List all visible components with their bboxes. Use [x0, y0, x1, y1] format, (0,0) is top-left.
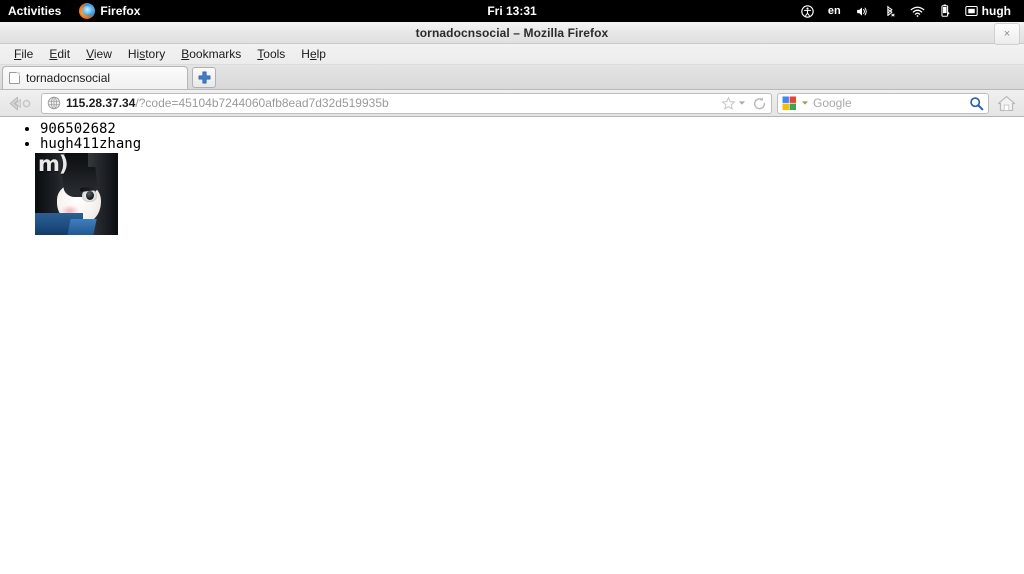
- menu-tools-label: Tools: [257, 47, 286, 61]
- activities-button[interactable]: Activities: [0, 0, 71, 22]
- chevron-down-icon[interactable]: [801, 99, 809, 107]
- avatar-pupil: [86, 191, 94, 200]
- menu-tools[interactable]: Tools: [249, 44, 293, 64]
- star-icon[interactable]: [721, 96, 736, 111]
- app-menu-label: Firefox: [100, 4, 141, 18]
- menu-help[interactable]: Help: [293, 44, 334, 64]
- menu-bookmarks[interactable]: Bookmarks: [173, 44, 249, 64]
- user-menu-label: hugh: [981, 4, 1011, 18]
- system-tray: en hugh: [794, 0, 1018, 22]
- close-icon[interactable]: ×: [994, 23, 1020, 45]
- menu-history[interactable]: History: [120, 44, 173, 64]
- back-forward-buttons[interactable]: [6, 92, 36, 114]
- menu-view[interactable]: View: [78, 44, 120, 64]
- url-text: 115.28.37.34/?code=45104b7244060afb8ead7…: [66, 96, 712, 110]
- tab-strip: tornadocnsocial: [0, 65, 1024, 90]
- user-info-list: 906502682 hugh411zhang m): [0, 122, 1024, 236]
- url-host: 115.28.37.34: [66, 96, 136, 110]
- tab-title-label: tornadocnsocial: [26, 71, 111, 85]
- search-placeholder-label: Google: [813, 96, 852, 110]
- bluetooth-disabled-icon[interactable]: [876, 0, 903, 22]
- page-content: 906502682 hugh411zhang m): [0, 117, 1024, 574]
- firefox-window: tornadocnsocial – Mozilla Firefox × File…: [0, 22, 1024, 574]
- menu-edit-label: Edit: [49, 47, 71, 61]
- menu-view-label: View: [86, 47, 112, 61]
- url-path: /?code=45104b7244060afb8ead7d32d519935b: [135, 96, 389, 110]
- desktop-top-bar: Activities Firefox Fri 13:31 en hugh: [0, 0, 1024, 22]
- keyboard-layout-indicator[interactable]: en: [821, 0, 848, 22]
- plus-icon: [198, 71, 210, 84]
- menu-file[interactable]: File: [6, 44, 41, 64]
- battery-icon[interactable]: [932, 0, 958, 22]
- urlbar-actions: [717, 96, 767, 111]
- home-icon[interactable]: [994, 92, 1018, 114]
- tab-tornadocnsocial[interactable]: tornadocnsocial: [2, 66, 188, 89]
- reload-icon[interactable]: [752, 96, 767, 111]
- user-menu-icon[interactable]: hugh: [958, 0, 1018, 22]
- wifi-icon[interactable]: [903, 0, 932, 22]
- list-item: 906502682: [40, 122, 1024, 137]
- window-titlebar: tornadocnsocial – Mozilla Firefox ×: [0, 22, 1024, 45]
- chevron-down-icon[interactable]: [738, 99, 746, 107]
- menubar: File Edit View History Bookmarks Tools H…: [0, 44, 1024, 65]
- firefox-logo-icon: [79, 3, 96, 19]
- new-tab-button[interactable]: [192, 67, 216, 88]
- volume-icon[interactable]: [848, 0, 876, 22]
- activities-label: Activities: [8, 4, 62, 18]
- user-avatar-image: m): [35, 153, 118, 235]
- menu-help-label: Help: [301, 47, 326, 61]
- menu-bookmarks-label: Bookmarks: [181, 47, 242, 61]
- close-icon-glyph: ×: [1003, 28, 1011, 40]
- keyboard-layout-label: en: [827, 5, 841, 17]
- globe-icon: [47, 96, 61, 110]
- navigation-toolbar: 115.28.37.34/?code=45104b7244060afb8ead7…: [0, 90, 1024, 117]
- url-input[interactable]: 115.28.37.34/?code=45104b7244060afb8ead7…: [41, 92, 772, 114]
- list-item-avatar: m): [35, 152, 1024, 236]
- google-logo-icon: [782, 96, 797, 111]
- accessibility-icon[interactable]: [794, 0, 821, 22]
- menu-file-label: File: [14, 47, 34, 61]
- menu-edit[interactable]: Edit: [41, 44, 78, 64]
- back-arrow-icon: [9, 96, 31, 110]
- list-item: hugh411zhang: [40, 137, 1024, 152]
- avatar-clothing-highlight: [67, 219, 97, 235]
- app-menu-button[interactable]: Firefox: [71, 0, 148, 22]
- menu-history-label: History: [127, 47, 166, 61]
- search-input[interactable]: Google: [777, 92, 989, 114]
- avatar-watermark: m): [38, 153, 69, 176]
- page-icon: [9, 72, 20, 84]
- magnifier-icon[interactable]: [969, 96, 984, 111]
- clock-label: Fri 13:31: [487, 4, 537, 18]
- window-title: tornadocnsocial – Mozilla Firefox: [415, 25, 609, 40]
